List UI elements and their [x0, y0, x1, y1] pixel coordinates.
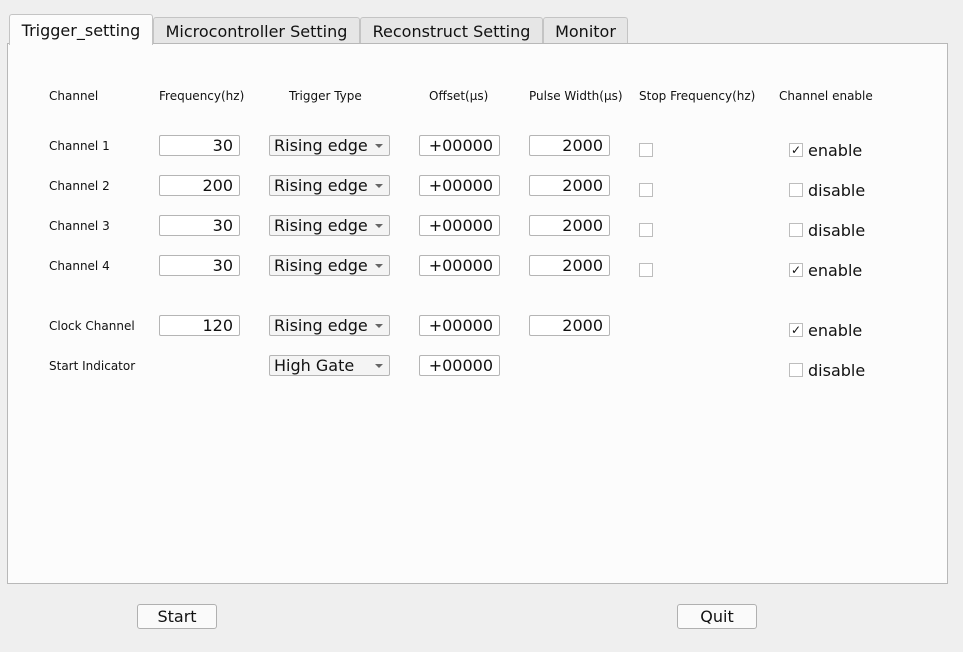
frequency-input-channel-2[interactable]: 200	[159, 175, 240, 196]
chevron-down-icon	[375, 324, 383, 328]
row-label-channel-3: Channel 3	[49, 219, 110, 233]
chevron-down-icon	[375, 264, 383, 268]
tab-trigger-setting[interactable]: Trigger_setting	[9, 14, 153, 45]
stop-frequency-checkbox-channel-1[interactable]	[639, 143, 653, 157]
trigger-type-select-channel-2[interactable]: Rising edge	[269, 175, 390, 196]
stop-frequency-checkbox-channel-4[interactable]	[639, 263, 653, 277]
row-label-channel-1: Channel 1	[49, 139, 110, 153]
pulse-width-input-clock-channel[interactable]: 2000	[529, 315, 610, 336]
stop-frequency-checkbox-channel-2[interactable]	[639, 183, 653, 197]
quit-button[interactable]: Quit	[677, 604, 757, 629]
trigger-type-value: Rising edge	[274, 216, 368, 235]
row-label-clock-channel: Clock Channel	[49, 319, 135, 333]
tab-microcontroller-setting[interactable]: Microcontroller Setting	[153, 17, 360, 44]
pulse-width-input-channel-4[interactable]: 2000	[529, 255, 610, 276]
trigger-type-value: Rising edge	[274, 256, 368, 275]
row-label-channel-4: Channel 4	[49, 259, 110, 273]
trigger-type-select-channel-4[interactable]: Rising edge	[269, 255, 390, 276]
enable-checkbox-start-indicator[interactable]	[789, 363, 803, 377]
trigger-type-select-clock-channel[interactable]: Rising edge	[269, 315, 390, 336]
trigger-type-value: Rising edge	[274, 136, 368, 155]
trigger-type-select-channel-3[interactable]: Rising edge	[269, 215, 390, 236]
frequency-input-channel-3[interactable]: 30	[159, 215, 240, 236]
enable-label-channel-1: enable	[808, 141, 863, 160]
enable-checkbox-clock-channel[interactable]: ✓	[789, 323, 803, 337]
offset-input-channel-3[interactable]: +00000	[419, 215, 500, 236]
enable-label-channel-4: enable	[808, 261, 863, 280]
header-channel-enable: Channel enable	[779, 89, 873, 103]
header-channel: Channel	[49, 89, 99, 103]
chevron-down-icon	[375, 364, 383, 368]
header-trigger-type: Trigger Type	[289, 89, 362, 103]
enable-checkbox-channel-2[interactable]	[789, 183, 803, 197]
header-frequency: Frequency(hz)	[159, 89, 245, 103]
header-stop-frequency: Stop Frequency(hz)	[639, 89, 756, 103]
enable-checkbox-channel-3[interactable]	[789, 223, 803, 237]
trigger-type-value: High Gate	[274, 356, 355, 375]
enable-label-clock-channel: enable	[808, 321, 863, 340]
enable-checkbox-channel-4[interactable]: ✓	[789, 263, 803, 277]
pulse-width-input-channel-1[interactable]: 2000	[529, 135, 610, 156]
enable-label-start-indicator: disable	[808, 361, 866, 380]
trigger-settings-panel	[7, 43, 948, 584]
tab-reconstruct-setting[interactable]: Reconstruct Setting	[360, 17, 543, 44]
enable-checkbox-channel-1[interactable]: ✓	[789, 143, 803, 157]
trigger-type-value: Rising edge	[274, 176, 368, 195]
frequency-input-channel-1[interactable]: 30	[159, 135, 240, 156]
enable-label-channel-3: disable	[808, 221, 866, 240]
offset-input-channel-2[interactable]: +00000	[419, 175, 500, 196]
offset-input-start-indicator[interactable]: +00000	[419, 355, 500, 376]
row-label-channel-2: Channel 2	[49, 179, 110, 193]
chevron-down-icon	[375, 184, 383, 188]
offset-input-channel-1[interactable]: +00000	[419, 135, 500, 156]
frequency-input-clock-channel[interactable]: 120	[159, 315, 240, 336]
offset-input-clock-channel[interactable]: +00000	[419, 315, 500, 336]
header-offset: Offset(μs)	[429, 89, 489, 103]
trigger-type-value: Rising edge	[274, 316, 368, 335]
trigger-type-select-channel-1[interactable]: Rising edge	[269, 135, 390, 156]
chevron-down-icon	[375, 144, 383, 148]
frequency-input-channel-4[interactable]: 30	[159, 255, 240, 276]
tab-monitor[interactable]: Monitor	[543, 17, 628, 44]
stop-frequency-checkbox-channel-3[interactable]	[639, 223, 653, 237]
trigger-type-select-start-indicator[interactable]: High Gate	[269, 355, 390, 376]
enable-label-channel-2: disable	[808, 181, 866, 200]
header-pulse-width: Pulse Width(μs)	[529, 89, 623, 103]
chevron-down-icon	[375, 224, 383, 228]
offset-input-channel-4[interactable]: +00000	[419, 255, 500, 276]
start-button[interactable]: Start	[137, 604, 217, 629]
pulse-width-input-channel-2[interactable]: 2000	[529, 175, 610, 196]
row-label-start-indicator: Start Indicator	[49, 359, 136, 373]
pulse-width-input-channel-3[interactable]: 2000	[529, 215, 610, 236]
